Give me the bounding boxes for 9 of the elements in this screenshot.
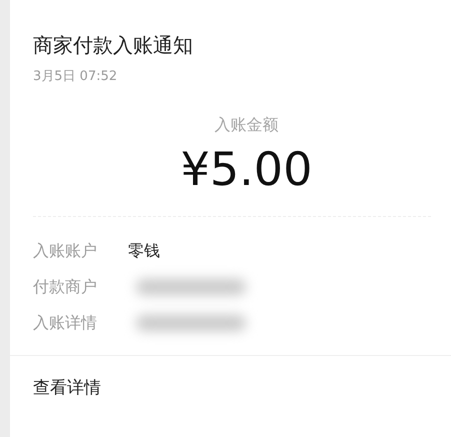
detail-label: 入账账户: [33, 240, 98, 262]
notification-time: 3月5日 07:52: [33, 68, 118, 85]
detail-label: 付款商户: [33, 276, 98, 298]
amount-label: 入账金额: [214, 115, 278, 136]
detail-value: 零钱: [128, 240, 160, 262]
view-details-link[interactable]: 查看详情: [33, 378, 101, 398]
amount-value: ¥5.00: [180, 142, 312, 196]
detail-label: 入账详情: [33, 312, 98, 334]
notification-title: 商家付款入账通知: [33, 32, 194, 59]
